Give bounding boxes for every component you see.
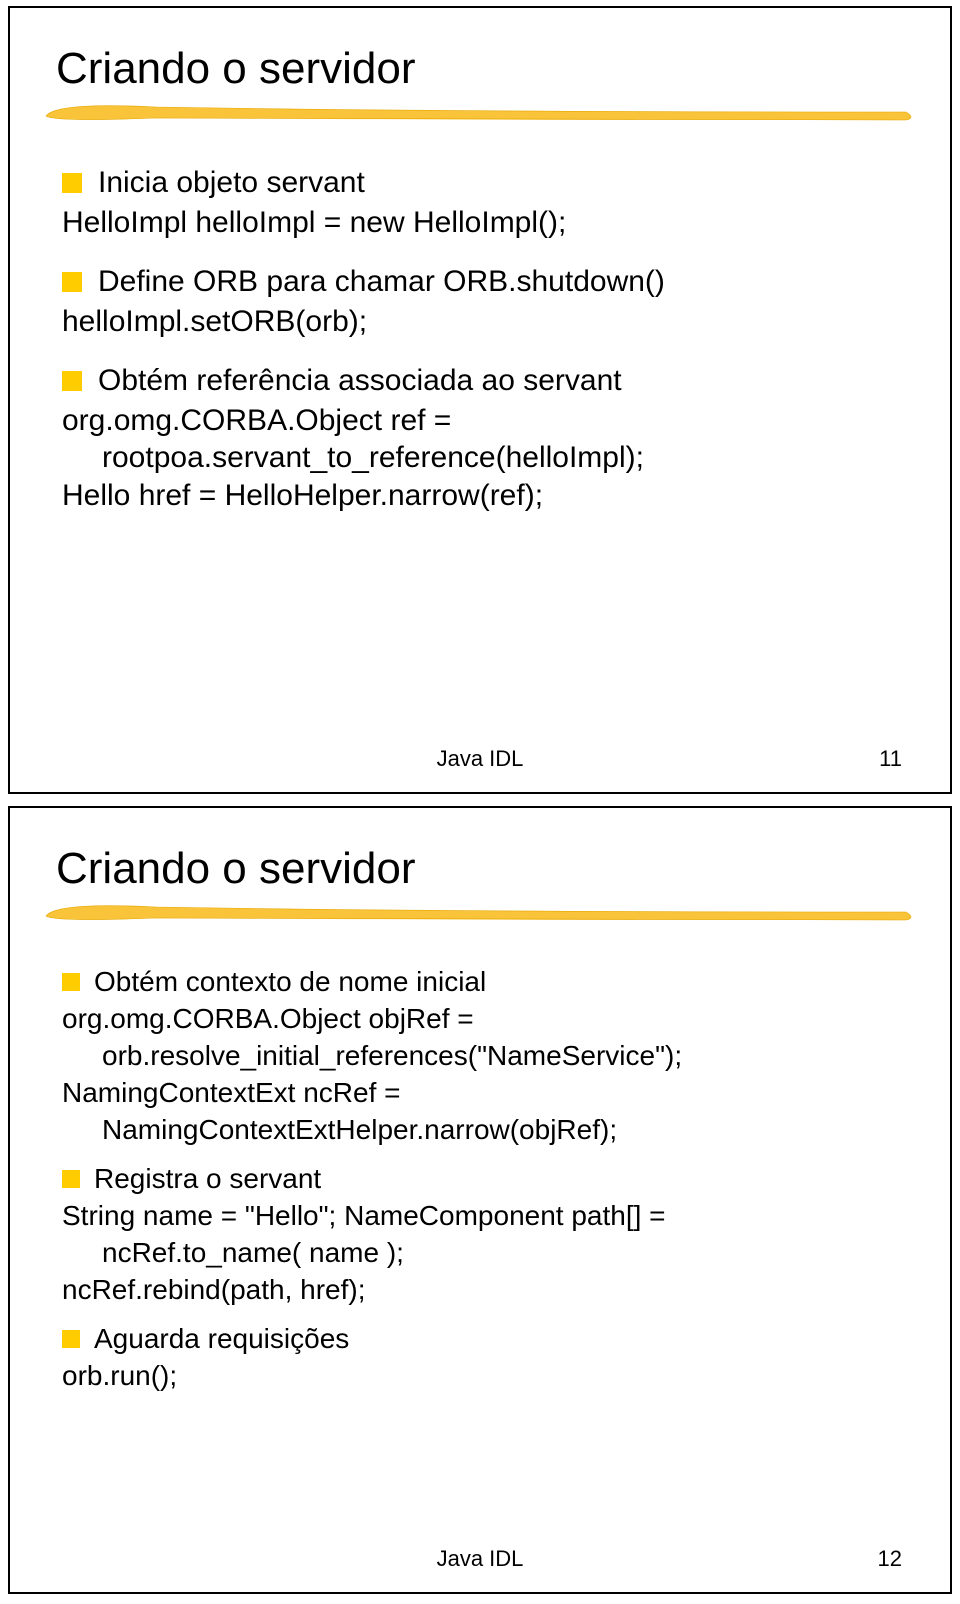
page-number: 11 [879,746,902,772]
code-line: ncRef.rebind(path, href); [62,1272,904,1307]
code-line: org.omg.CORBA.Object ref = [62,402,904,440]
slide-content: Obtém contexto de nome inicial org.omg.C… [56,964,904,1393]
bullet-item: Inicia objeto servant [62,164,904,202]
bullet-item: Obtém referência associada ao servant [62,362,904,400]
bullet-text: Aguarda requisições [94,1321,349,1356]
bullet-icon [62,1170,80,1188]
bullet-item: Aguarda requisições [62,1321,904,1356]
bullet-item: Define ORB para chamar ORB.shutdown() [62,263,904,301]
code-line: NamingContextExtHelper.narrow(objRef); [62,1112,904,1147]
bullet-text: Inicia objeto servant [98,164,365,202]
bullet-text: Obtém contexto de nome inicial [94,964,486,999]
slide-content: Inicia objeto servant HelloImpl helloImp… [56,164,904,514]
bullet-text: Registra o servant [94,1161,321,1196]
bullet-icon [62,371,82,391]
title-underline [56,902,904,924]
code-line: NamingContextExt ncRef = [62,1075,904,1110]
page-stack: Criando o servidor Inicia objeto servant… [0,0,960,1600]
bullet-text: Define ORB para chamar ORB.shutdown() [98,263,665,301]
code-line: org.omg.CORBA.Object objRef = [62,1001,904,1036]
slide-frame-2: Criando o servidor Obtém contexto de nom… [8,806,952,1594]
bullet-icon [62,173,82,193]
bullet-icon [62,272,82,292]
title-underline [56,102,904,124]
code-line: orb.resolve_initial_references("NameServ… [62,1038,904,1073]
bullet-item: Obtém contexto de nome inicial [62,964,904,999]
code-line: helloImpl.setORB(orb); [62,303,904,341]
code-line: Hello href = HelloHelper.narrow(ref); [62,477,904,515]
slide-footer: Java IDL [10,746,950,772]
code-line: String name = "Hello"; NameComponent pat… [62,1198,904,1233]
code-line: ncRef.to_name( name ); [62,1235,904,1270]
slide-footer: Java IDL [10,1546,950,1572]
code-line: HelloImpl helloImpl = new HelloImpl(); [62,204,904,242]
slide-frame-1: Criando o servidor Inicia objeto servant… [8,6,952,794]
slide-title: Criando o servidor [56,844,904,894]
bullet-item: Registra o servant [62,1161,904,1196]
bullet-text: Obtém referência associada ao servant [98,362,622,400]
code-line: rootpoa.servant_to_reference(helloImpl); [62,439,904,477]
code-line: orb.run(); [62,1358,904,1393]
bullet-icon [62,973,80,991]
bullet-icon [62,1330,80,1348]
page-number: 12 [878,1546,902,1572]
slide-title: Criando o servidor [56,44,904,94]
